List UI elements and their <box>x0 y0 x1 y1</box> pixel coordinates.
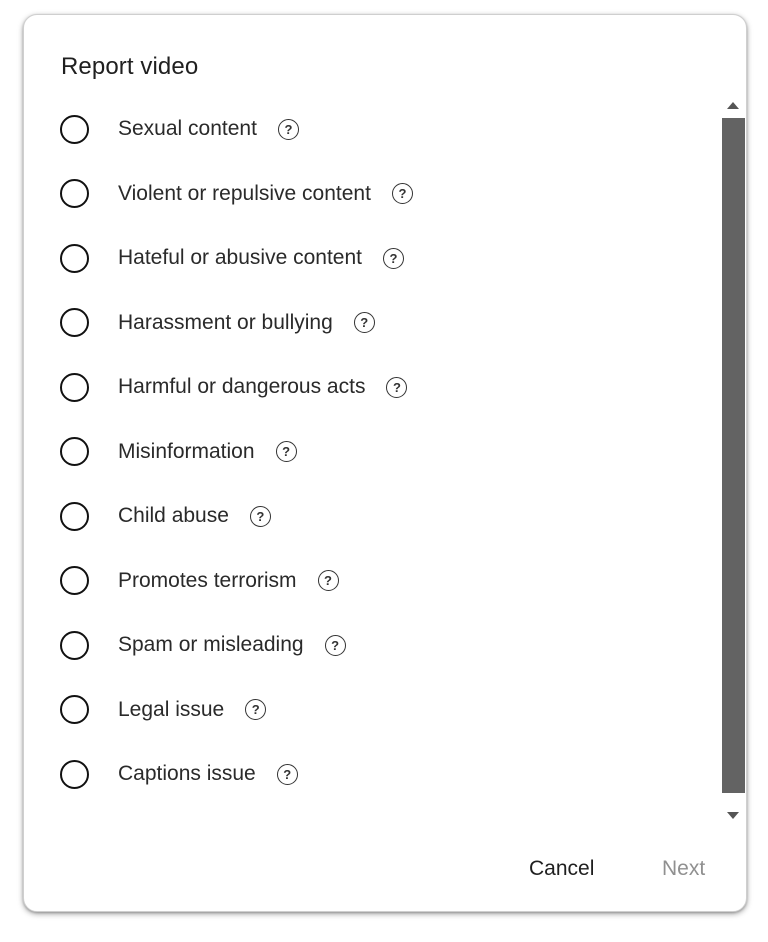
option-harmful-acts[interactable]: Harmful or dangerous acts ? <box>60 355 700 420</box>
option-sexual-content[interactable]: Sexual content ? <box>60 97 700 162</box>
help-icon[interactable]: ? <box>317 570 339 592</box>
option-label: Child abuse <box>118 504 229 528</box>
scroll-up-arrow-icon[interactable] <box>727 102 739 109</box>
report-options-list: Sexual content ? Violent or repulsive co… <box>60 97 700 807</box>
help-icon[interactable]: ? <box>382 247 404 269</box>
option-label: Harmful or dangerous acts <box>118 375 366 399</box>
radio-button[interactable] <box>60 695 89 725</box>
option-label: Misinformation <box>118 439 255 463</box>
radio-button[interactable] <box>60 114 89 144</box>
radio-button[interactable] <box>60 501 89 531</box>
option-legal-issue[interactable]: Legal issue ? <box>60 678 700 743</box>
radio-button[interactable] <box>60 759 89 789</box>
dialog-title: Report video <box>61 53 199 80</box>
option-label: Captions issue <box>118 762 256 786</box>
option-label: Sexual content <box>118 117 257 141</box>
radio-button[interactable] <box>60 179 89 209</box>
help-icon[interactable]: ? <box>249 505 271 527</box>
option-label: Spam or misleading <box>118 633 304 657</box>
option-label: Harassment or bullying <box>118 310 333 334</box>
help-icon[interactable]: ? <box>276 763 298 785</box>
help-icon[interactable]: ? <box>386 376 408 398</box>
help-icon[interactable]: ? <box>391 183 413 205</box>
radio-button[interactable] <box>60 372 89 402</box>
next-button[interactable]: Next <box>662 857 705 881</box>
help-icon[interactable]: ? <box>353 312 375 334</box>
option-label: Promotes terrorism <box>118 568 297 592</box>
report-video-dialog: Report video Sexual content ? Violent or… <box>23 14 747 912</box>
help-icon[interactable]: ? <box>324 634 346 656</box>
option-misinformation[interactable]: Misinformation ? <box>60 420 700 485</box>
help-icon[interactable]: ? <box>245 699 267 721</box>
radio-button[interactable] <box>60 630 89 660</box>
option-label: Violent or repulsive content <box>118 181 371 205</box>
radio-button[interactable] <box>60 308 89 338</box>
option-terrorism[interactable]: Promotes terrorism ? <box>60 549 700 614</box>
scrollbar-thumb[interactable] <box>722 118 745 793</box>
scroll-down-arrow-icon[interactable] <box>727 812 739 819</box>
radio-button[interactable] <box>60 437 89 467</box>
option-captions-issue[interactable]: Captions issue ? <box>60 742 700 807</box>
help-icon[interactable]: ? <box>275 441 297 463</box>
option-harassment[interactable]: Harassment or bullying ? <box>60 291 700 356</box>
help-icon[interactable]: ? <box>277 118 299 140</box>
option-child-abuse[interactable]: Child abuse ? <box>60 484 700 549</box>
option-violent-content[interactable]: Violent or repulsive content ? <box>60 162 700 227</box>
radio-button[interactable] <box>60 243 89 273</box>
option-label: Hateful or abusive content <box>118 246 362 270</box>
radio-button[interactable] <box>60 566 89 596</box>
option-spam[interactable]: Spam or misleading ? <box>60 613 700 678</box>
option-label: Legal issue <box>118 697 225 721</box>
cancel-button[interactable]: Cancel <box>529 857 594 881</box>
option-hateful-content[interactable]: Hateful or abusive content ? <box>60 226 700 291</box>
